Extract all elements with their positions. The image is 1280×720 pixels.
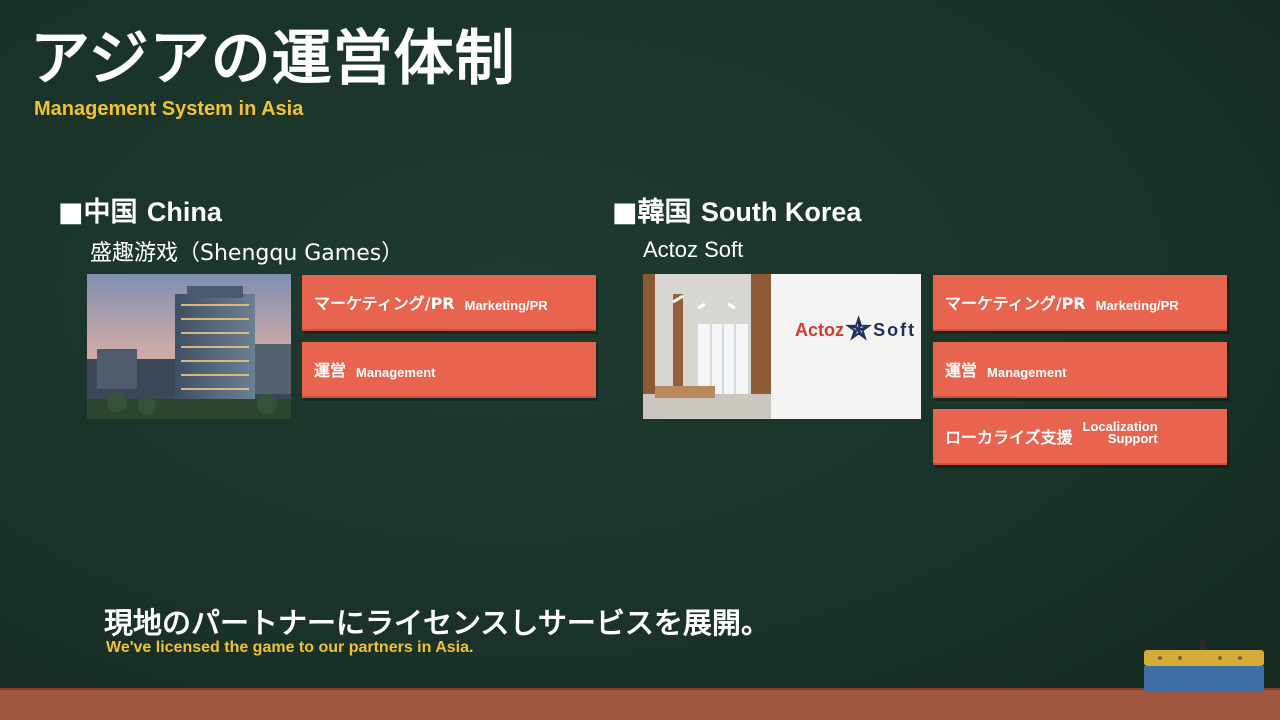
page-title: アジアの運営体制 xyxy=(30,24,516,94)
footer-message-en: We've licensed the game to our partners … xyxy=(106,639,474,656)
tile-label-en: Management xyxy=(356,364,436,380)
china-office-photo xyxy=(87,274,291,419)
eraser-icon xyxy=(1144,640,1264,692)
korea-tile-marketing: マーケティング/PR Marketing/PR xyxy=(933,275,1227,331)
korea-heading: ■韓国 South Korea xyxy=(612,190,861,229)
actoz-logo: Actoz ✯ Soft xyxy=(795,310,916,350)
korea-heading-jp: ■韓国 xyxy=(612,197,692,228)
footer-message-jp: 現地のパートナーにライセンスしサービスを展開。 xyxy=(104,606,770,640)
tile-label-jp: 運営 xyxy=(945,361,978,380)
tile-label-en: Marketing/PR xyxy=(1095,297,1179,313)
tile-label-jp: 運営 xyxy=(314,361,347,380)
tile-label-jp: ローカライズ支援 xyxy=(945,428,1073,447)
star-icon: ✯ xyxy=(846,313,872,346)
china-heading-en: China xyxy=(146,197,222,227)
slide: アジアの運営体制 Management System in Asia ■中国 C… xyxy=(0,0,1280,720)
china-heading: ■中国 China xyxy=(58,190,222,229)
logo-text-actoz: Actoz xyxy=(795,319,844,340)
tile-label-jp: マーケティング/PR xyxy=(314,294,455,313)
korea-heading-en: South Korea xyxy=(700,197,862,227)
tile-label-en-line2: Support xyxy=(1107,431,1158,446)
tile-label-jp: マーケティング/PR xyxy=(945,294,1086,313)
korea-tile-management: 運営 Management xyxy=(933,342,1227,398)
page-subtitle: Management System in Asia xyxy=(34,98,304,120)
logo-text-soft: Soft xyxy=(873,319,917,340)
korea-partner-name: Actoz Soft xyxy=(643,237,744,262)
china-partner-name: 盛趣游戏（Shengqu Games） xyxy=(90,241,404,266)
korea-office-photo: Actoz ✯ Soft xyxy=(643,274,921,419)
tile-label-en: Management xyxy=(987,364,1067,380)
korea-tile-localization: ローカライズ支援 Localization Support xyxy=(933,409,1227,465)
china-tile-marketing: マーケティング/PR Marketing/PR xyxy=(302,275,596,331)
china-tile-management: 運営 Management xyxy=(302,342,596,398)
chalk-tray xyxy=(0,690,1280,720)
china-heading-jp: ■中国 xyxy=(58,197,138,228)
tile-label-en: Marketing/PR xyxy=(464,297,548,313)
tile-label-en: Localization Support xyxy=(1083,420,1158,446)
